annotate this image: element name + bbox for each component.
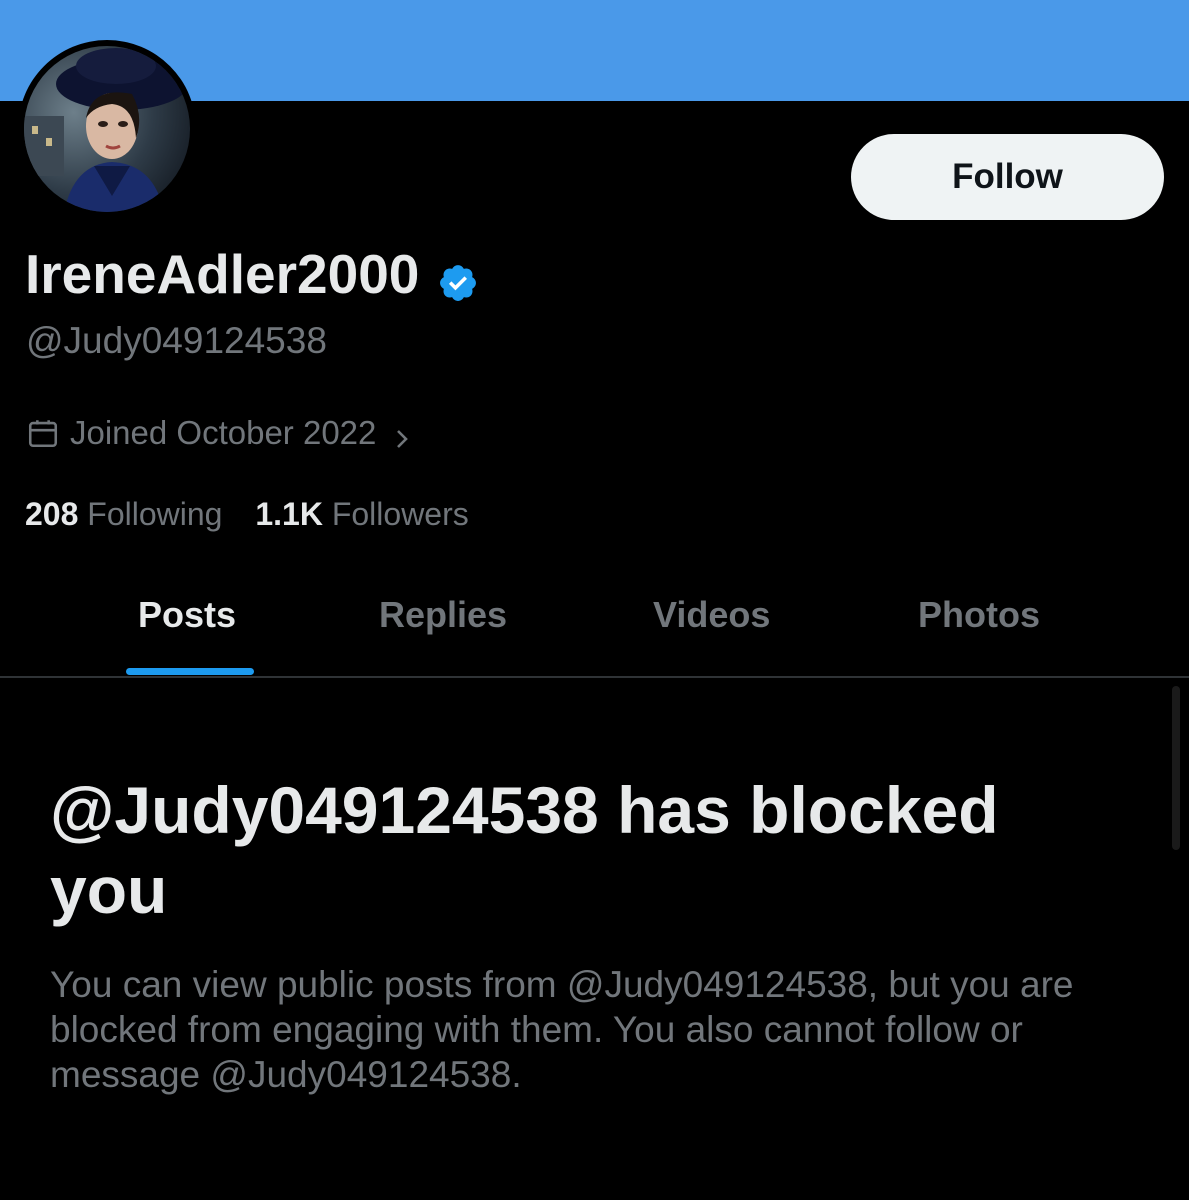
tab-photos[interactable]: Photos bbox=[918, 594, 1040, 636]
scrollbar[interactable] bbox=[1172, 686, 1180, 850]
display-name-row: IreneAdler2000 bbox=[25, 242, 479, 306]
joined-date: Joined October 2022 bbox=[70, 414, 377, 451]
avatar[interactable] bbox=[18, 40, 196, 218]
handle: @Judy049124538 bbox=[26, 320, 327, 361]
joined-date-row[interactable]: Joined October 2022 bbox=[26, 414, 414, 452]
follow-stats: 208 Following 1.1K Followers bbox=[25, 496, 493, 533]
followers-stat[interactable]: 1.1K Followers bbox=[255, 496, 468, 533]
following-label: Following bbox=[87, 496, 223, 532]
profile-tabs: Posts Replies Videos Photos bbox=[0, 580, 1189, 678]
following-count: 208 bbox=[25, 496, 79, 532]
follow-button[interactable]: Follow bbox=[851, 134, 1164, 220]
followers-label: Followers bbox=[331, 496, 469, 532]
tab-videos[interactable]: Videos bbox=[653, 594, 770, 636]
verified-badge-icon[interactable] bbox=[437, 253, 479, 301]
avatar-image bbox=[24, 46, 190, 212]
tab-replies[interactable]: Replies bbox=[379, 594, 507, 636]
calendar-icon bbox=[26, 416, 60, 450]
tab-posts[interactable]: Posts bbox=[138, 594, 236, 636]
chevron-right-icon bbox=[390, 421, 414, 448]
display-name: IreneAdler2000 bbox=[25, 243, 420, 305]
following-stat[interactable]: 208 Following bbox=[25, 496, 222, 533]
active-tab-indicator bbox=[126, 668, 254, 675]
blocked-description: You can view public posts from @Judy0491… bbox=[50, 964, 1074, 1095]
followers-count: 1.1K bbox=[255, 496, 323, 532]
blocked-title: @Judy049124538 has blocked you bbox=[50, 773, 999, 927]
